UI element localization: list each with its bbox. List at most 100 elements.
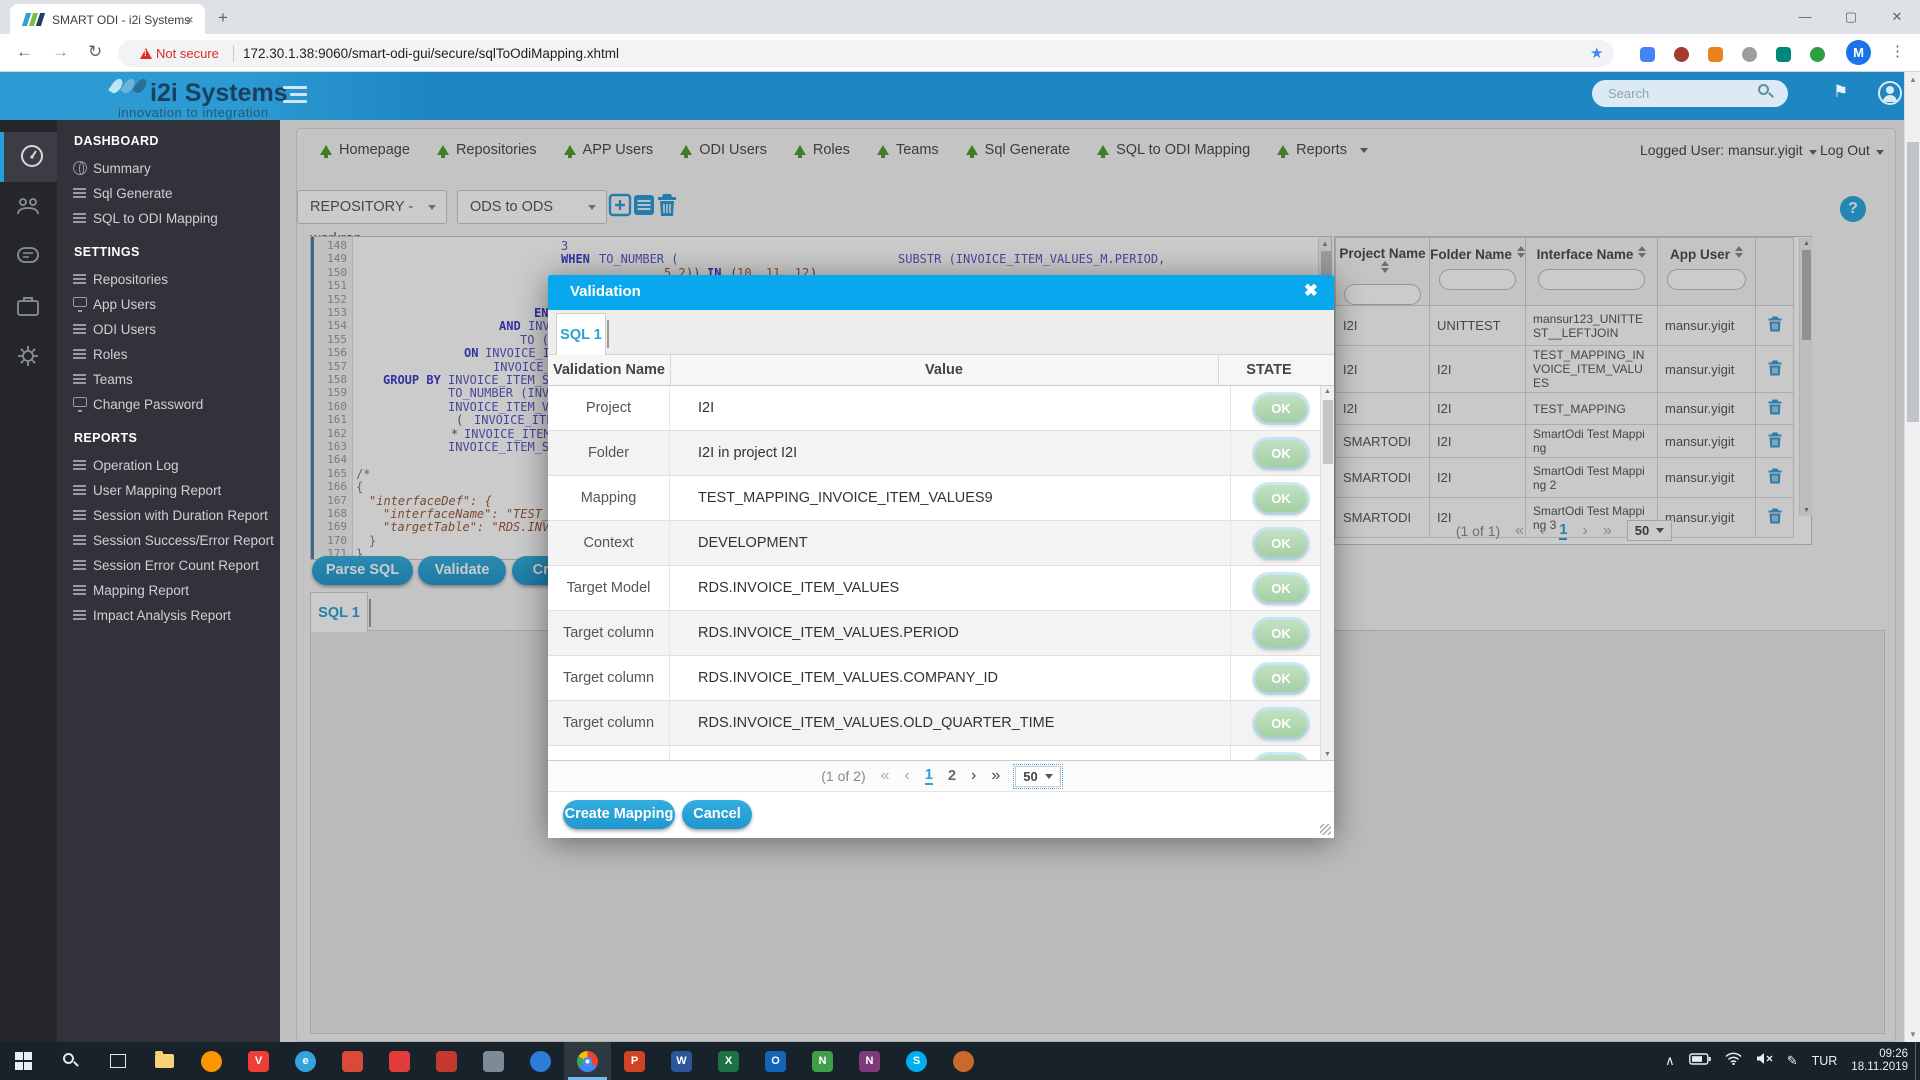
taskbar-task-view-button[interactable] xyxy=(94,1042,141,1080)
state-ok-button[interactable]: OK xyxy=(1255,485,1307,512)
window-close-button[interactable]: ✕ xyxy=(1874,0,1920,33)
wifi-icon[interactable] xyxy=(1725,1052,1742,1070)
browser-menu-icon[interactable]: ⋮ xyxy=(1890,42,1905,60)
rail-item-messages[interactable] xyxy=(0,232,57,282)
tab-close-icon[interactable]: × xyxy=(186,12,194,27)
bookmark-star-icon[interactable]: ★ xyxy=(1590,44,1603,62)
validation-table-scrollbar[interactable]: ▲▼ xyxy=(1320,386,1334,760)
rail-item-briefcase[interactable] xyxy=(0,282,57,332)
dialog-header[interactable]: Validation ✖ xyxy=(548,275,1334,310)
taskbar-skype[interactable]: S xyxy=(893,1042,940,1080)
maximize-button[interactable]: ▢ xyxy=(1828,0,1874,33)
clock[interactable]: 09:26 18.11.2019 xyxy=(1851,1048,1908,1075)
taskbar-onenote[interactable]: N xyxy=(846,1042,893,1080)
taskbar-edge[interactable]: e xyxy=(282,1042,329,1080)
sidebar-item-app-users[interactable]: App Users xyxy=(57,292,280,317)
search-icon[interactable] xyxy=(1758,84,1769,95)
sidebar-item-session-with-duration-report[interactable]: Session with Duration Report xyxy=(57,503,280,528)
battery-icon[interactable] xyxy=(1689,1052,1711,1070)
sidebar-item-repositories[interactable]: Repositories xyxy=(57,267,280,292)
state-ok-button[interactable]: OK xyxy=(1255,665,1307,692)
sidebar-item-summary[interactable]: Summary xyxy=(57,156,280,181)
flag-icon[interactable]: ⚑ xyxy=(1833,82,1848,102)
next-page-icon[interactable]: › xyxy=(971,767,976,785)
extension-icon-3[interactable] xyxy=(1708,47,1723,62)
taskbar-firefox[interactable] xyxy=(188,1042,235,1080)
taskbar-word[interactable]: W xyxy=(658,1042,705,1080)
taskbar-app-red-1[interactable] xyxy=(329,1042,376,1080)
taskbar-app-red-2[interactable] xyxy=(376,1042,423,1080)
taskbar-start-button[interactable] xyxy=(0,1042,47,1080)
url-text[interactable]: 172.30.1.38:9060/smart-odi-gui/secure/sq… xyxy=(243,46,619,61)
dialog-tab-sql1[interactable]: SQL 1 xyxy=(556,313,606,355)
state-ok-button[interactable]: OK xyxy=(1255,710,1307,737)
sidebar-item-user-mapping-report[interactable]: User Mapping Report xyxy=(57,478,280,503)
dialog-create-mapping-button[interactable]: Create Mapping xyxy=(563,800,675,829)
page-scrollbar[interactable]: ▲ ▼ xyxy=(1904,72,1920,1042)
taskbar-app-blue[interactable] xyxy=(517,1042,564,1080)
state-ok-button[interactable]: OK xyxy=(1255,395,1307,422)
browser-tab[interactable]: SMART ODI - i2i Systems × xyxy=(10,4,205,34)
sidebar-item-session-error-count-report[interactable]: Session Error Count Report xyxy=(57,553,280,578)
menu-toggle-icon[interactable] xyxy=(283,86,307,104)
not-secure-label[interactable]: Not secure xyxy=(156,46,219,61)
taskbar-app-orange[interactable] xyxy=(940,1042,987,1080)
dialog-cancel-button[interactable]: Cancel xyxy=(682,800,752,829)
language-indicator[interactable]: TUR xyxy=(1812,1054,1838,1068)
sidebar-item-operation-log[interactable]: Operation Log xyxy=(57,453,280,478)
sidebar-item-session-success-error-report[interactable]: Session Success/Error Report xyxy=(57,528,280,553)
state-ok-button[interactable]: OK xyxy=(1255,620,1307,647)
taskbar-vivaldi[interactable]: V xyxy=(235,1042,282,1080)
page-2[interactable]: 2 xyxy=(948,768,956,784)
state-ok-button[interactable]: OK xyxy=(1255,530,1307,557)
sidebar-item-teams[interactable]: Teams xyxy=(57,367,280,392)
pen-icon[interactable]: ✎ xyxy=(1787,1053,1798,1069)
state-ok-button[interactable]: OK xyxy=(1255,440,1307,467)
reload-icon[interactable]: ↻ xyxy=(88,42,102,62)
resize-grip[interactable] xyxy=(1320,824,1331,835)
sidebar-item-sql-generate[interactable]: Sql Generate xyxy=(57,181,280,206)
back-icon[interactable]: ← xyxy=(16,42,33,62)
show-desktop-button[interactable] xyxy=(1915,1042,1920,1080)
extension-icon-6[interactable] xyxy=(1810,47,1825,62)
sidebar-item-impact-analysis-report[interactable]: Impact Analysis Report xyxy=(57,603,280,628)
state-ok-button[interactable]: OK xyxy=(1255,575,1307,602)
sidebar-item-change-password[interactable]: Change Password xyxy=(57,392,280,417)
taskbar-app-green[interactable]: N xyxy=(799,1042,846,1080)
profile-avatar[interactable]: M xyxy=(1846,40,1871,65)
rail-item-settings-gear[interactable] xyxy=(0,332,57,382)
first-page-icon[interactable]: « xyxy=(881,767,890,785)
taskbar-chrome[interactable] xyxy=(564,1042,611,1080)
sidebar-item-mapping-report[interactable]: Mapping Report xyxy=(57,578,280,603)
taskbar-file-explorer[interactable] xyxy=(141,1042,188,1080)
taskbar-app-red-3[interactable] xyxy=(423,1042,470,1080)
rail-item-dashboard[interactable] xyxy=(0,132,57,182)
minimize-button[interactable]: — xyxy=(1782,0,1828,33)
taskbar-app-gray[interactable] xyxy=(470,1042,517,1080)
validation-row: FolderI2I in project I2IOK xyxy=(548,431,1320,476)
taskbar-search-button[interactable] xyxy=(47,1042,94,1080)
tray-expand-icon[interactable]: ∧ xyxy=(1665,1053,1675,1069)
extension-icon-2[interactable] xyxy=(1674,47,1689,62)
sidebar-item-roles[interactable]: Roles xyxy=(57,342,280,367)
rail-item-users[interactable] xyxy=(0,182,57,232)
taskbar-powerpoint[interactable]: P xyxy=(611,1042,658,1080)
sidebar-item-odi-users[interactable]: ODI Users xyxy=(57,317,280,342)
sidebar-item-sql-to-odi-mapping[interactable]: SQL to ODI Mapping xyxy=(57,206,280,231)
forward-icon[interactable]: → xyxy=(52,42,69,62)
sidebar-item-label: Session Error Count Report xyxy=(93,558,259,573)
prev-page-icon[interactable]: ‹ xyxy=(905,767,910,785)
taskbar-excel[interactable]: X xyxy=(705,1042,752,1080)
last-page-icon[interactable]: » xyxy=(991,767,1000,785)
user-icon[interactable] xyxy=(1878,81,1902,105)
extension-icon-1[interactable] xyxy=(1640,47,1655,62)
dialog-close-icon[interactable]: ✖ xyxy=(1304,281,1318,301)
taskbar-outlook[interactable]: O xyxy=(752,1042,799,1080)
volume-muted-icon[interactable] xyxy=(1756,1052,1773,1070)
validation-row: Target ModelRDS.INVOICE_ITEM_VALUESOK xyxy=(548,566,1320,611)
new-tab-button[interactable]: + xyxy=(218,8,228,28)
extension-icon-4[interactable] xyxy=(1742,47,1757,62)
extension-icon-5[interactable] xyxy=(1776,47,1791,62)
page-1[interactable]: 1 xyxy=(925,767,933,785)
page-size-select[interactable]: 50 xyxy=(1015,766,1060,787)
